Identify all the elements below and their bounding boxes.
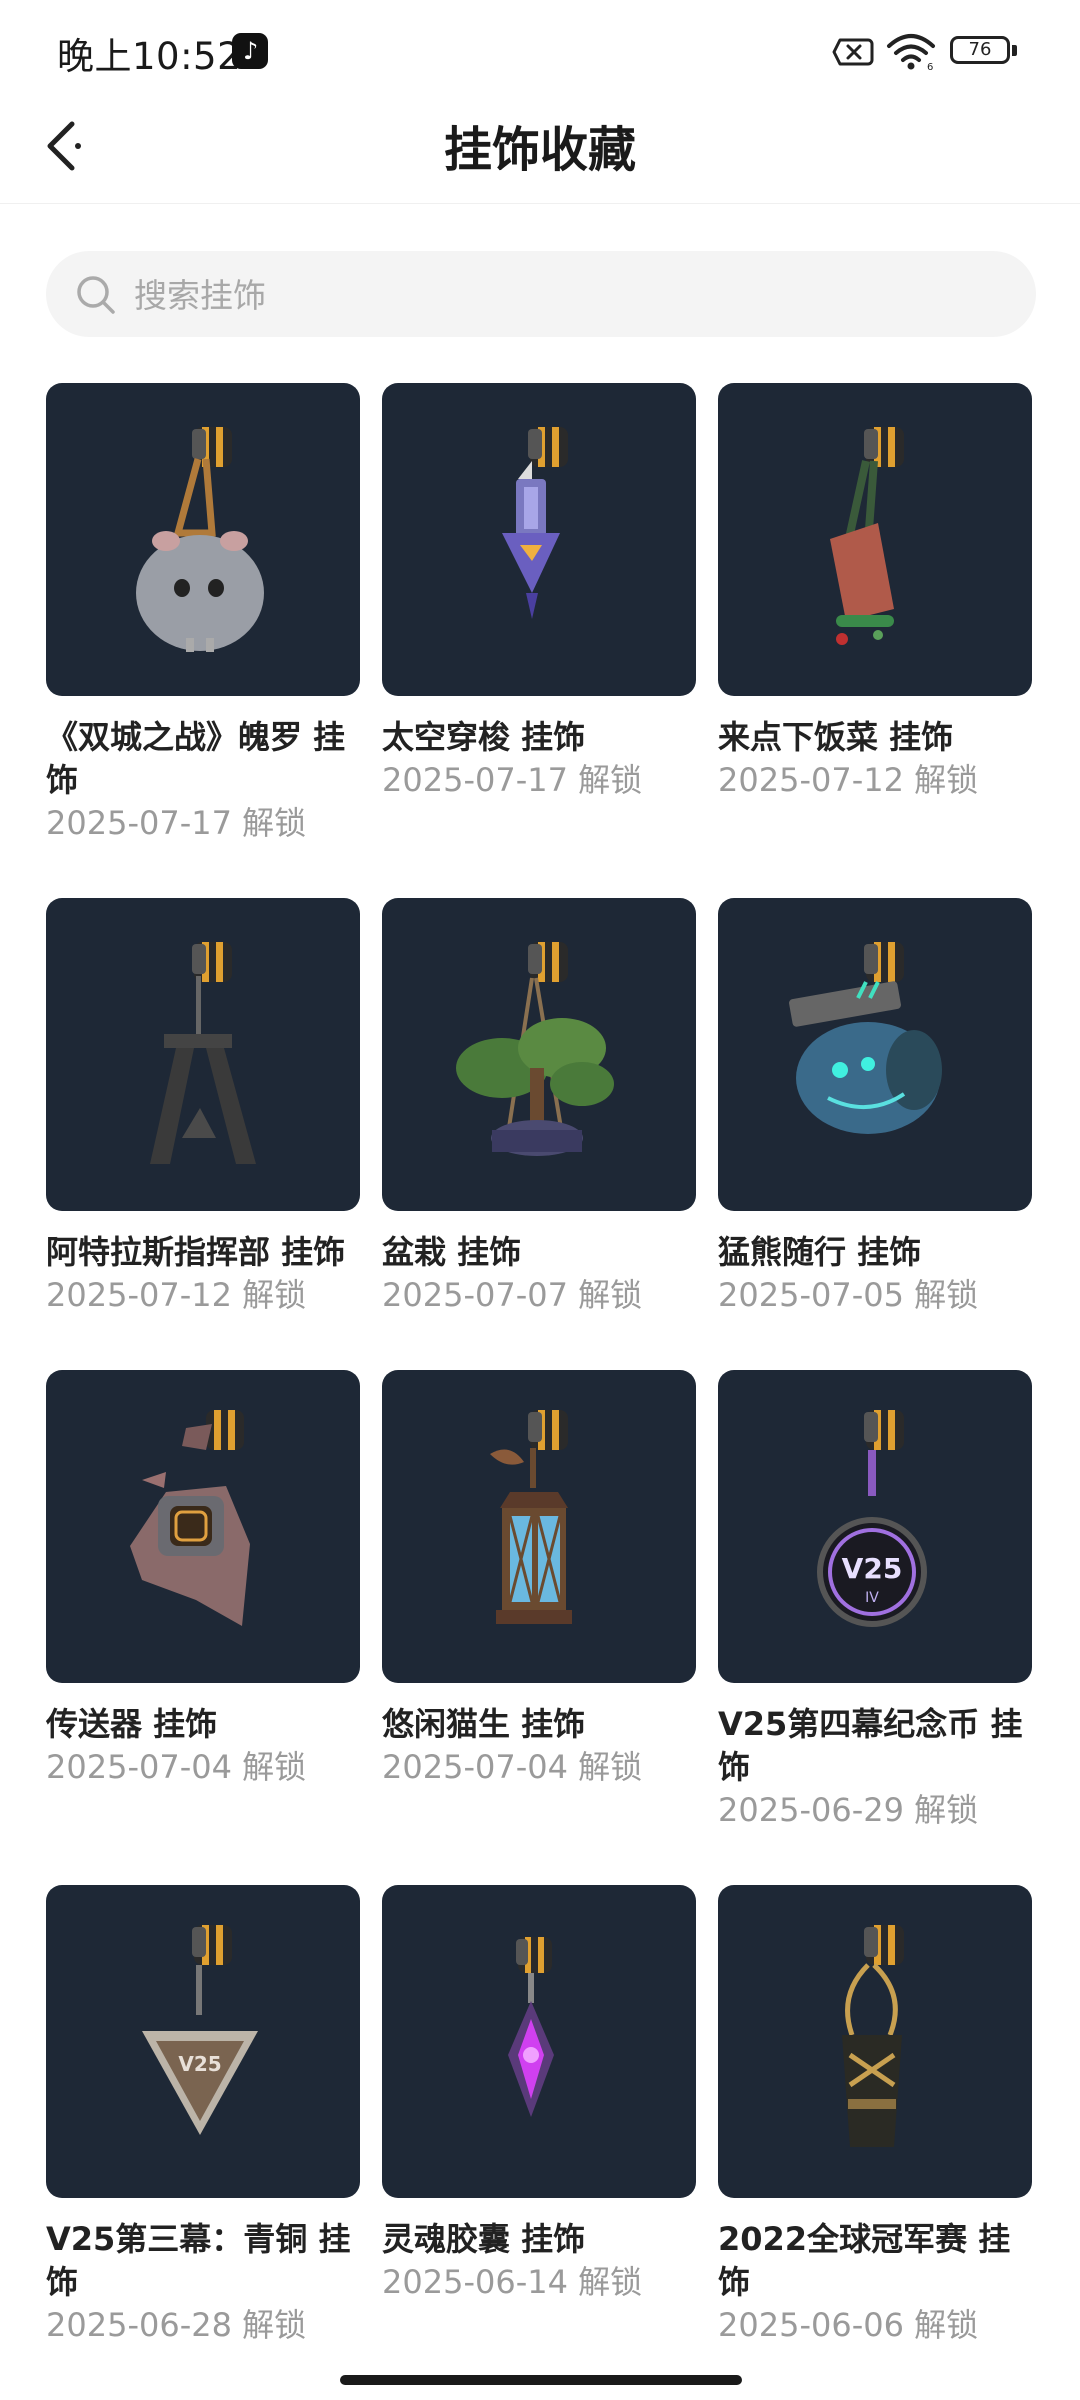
home-indicator[interactable]: [340, 2375, 742, 2385]
charm-name: 来点下饭菜 挂饰: [718, 718, 954, 756]
bear-charm-image: [718, 898, 1032, 1211]
status-bar: 晚上10:52 ♪ 6 76: [0, 0, 1080, 100]
unlock-date: 2025-07-17 解锁: [382, 761, 643, 799]
charm-name: 2022全球冠军赛 挂饰: [718, 2220, 1011, 2301]
lantern-charm-image: [382, 1370, 696, 1683]
charm-name: 阿特拉斯指挥部 挂饰: [46, 1233, 346, 1271]
unlock-date: 2025-06-06 解锁: [718, 2306, 979, 2344]
charm-name: 灵魂胶囊 挂饰: [382, 2220, 586, 2258]
soul-capsule-charm-image: [382, 1885, 696, 2198]
charm-name: V25第三幕：青铜 挂饰: [46, 2220, 351, 2301]
unlock-date: 2025-07-04 解锁: [382, 1748, 643, 1786]
unlock-date: 2025-07-07 解锁: [382, 1276, 643, 1314]
unlock-date: 2025-07-04 解锁: [46, 1748, 307, 1786]
charm-name: 悠闲猫生 挂饰: [382, 1705, 586, 1743]
unlock-date: 2025-07-12 解锁: [718, 761, 979, 799]
poro-charm-image: [46, 383, 360, 696]
unlock-date: 2025-07-12 解锁: [46, 1276, 307, 1314]
charm-name: V25第四幕纪念币 挂饰: [718, 1705, 1023, 1786]
svg-text:V25: V25: [842, 1552, 903, 1585]
teleporter-charm-image: [46, 1370, 360, 1683]
space-shuttle-charm-image: [382, 383, 696, 696]
charm-name: 《双城之战》魄罗 挂饰: [46, 718, 346, 799]
v25-bronze-charm-image: V25: [46, 1885, 360, 2198]
tiktok-icon: ♪: [232, 33, 268, 69]
wifi-icon: 6: [887, 34, 935, 72]
unlock-date: 2025-07-17 解锁: [46, 804, 307, 842]
v25-iv-coin-charm-image: V25 IV: [718, 1370, 1032, 1683]
search-bar[interactable]: [46, 251, 1036, 339]
svg-text:V25: V25: [178, 2052, 221, 2076]
search-input[interactable]: [132, 251, 996, 339]
bonsai-charm-image: [382, 898, 696, 1211]
battery-icon: 76: [950, 36, 1020, 68]
charm-collection-screen: 晚上10:52 ♪ 6 76 挂饰收藏 搜索挂饰 《双城之战》魄罗 挂饰 202…: [0, 0, 1080, 2400]
unlock-date: 2025-06-29 解锁: [718, 1791, 979, 1829]
battery-level: 76: [968, 39, 992, 60]
charm-name: 猛熊随行 挂饰: [718, 1233, 922, 1271]
status-time: 晚上10:52: [57, 35, 242, 78]
charm-name: 传送器 挂饰: [46, 1705, 218, 1743]
food-charm-image: [718, 383, 1032, 696]
search-icon: [77, 276, 115, 314]
charm-name: 盆栽 挂饰: [382, 1233, 522, 1271]
atlas-hq-charm-image: [46, 898, 360, 1211]
unlock-date: 2025-06-14 解锁: [382, 2263, 643, 2301]
nav-bar: 挂饰收藏: [0, 100, 1080, 204]
unlock-date: 2025-07-05 解锁: [718, 1276, 979, 1314]
svg-text:IV: IV: [865, 1590, 879, 1606]
sim-card-off-icon: [832, 38, 874, 66]
unlock-date: 2025-06-28 解锁: [46, 2306, 307, 2344]
svg-text:6: 6: [927, 62, 933, 72]
champions-2022-charm-image: [718, 1885, 1032, 2198]
page-title: 挂饰收藏: [443, 122, 636, 178]
charm-name: 太空穿梭 挂饰: [382, 718, 586, 756]
